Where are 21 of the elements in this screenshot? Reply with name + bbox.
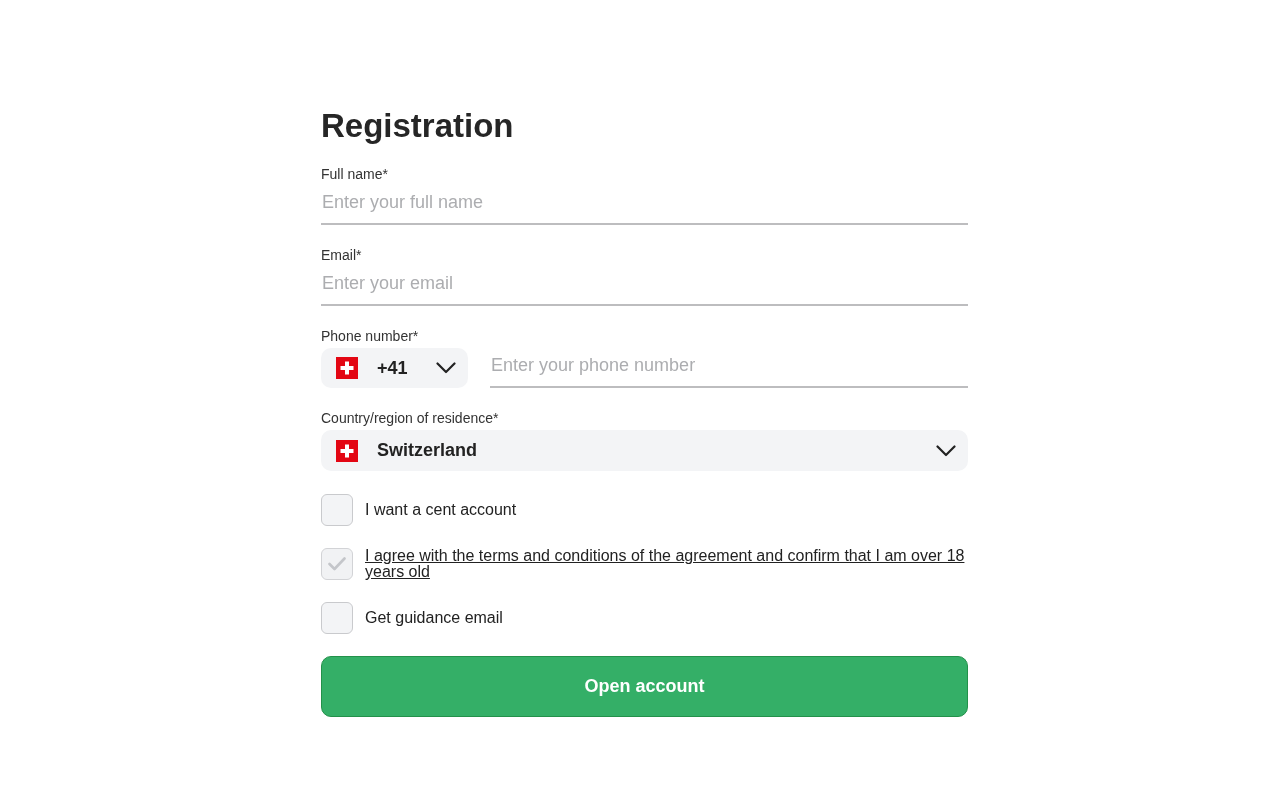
field-label: Phone number* [321, 328, 419, 344]
input-field[interactable]: Enter your full name [321, 186, 968, 225]
checkbox-label: Get guidance email [365, 610, 503, 626]
checkbox-label: I want a cent account [365, 502, 517, 518]
country-code-select[interactable]: +41 [321, 348, 468, 388]
checkbox[interactable] [321, 548, 353, 580]
chevron-down-icon [936, 444, 956, 457]
input-field[interactable]: Enter your email [321, 267, 968, 306]
check-icon [328, 557, 346, 571]
input-field[interactable]: Enter your phone number [490, 348, 968, 388]
swiss-flag-icon [336, 439, 358, 462]
field-label: Full name* [321, 166, 388, 182]
field-label: Email* [321, 247, 362, 263]
country-select[interactable]: Switzerland [321, 430, 968, 471]
checkbox[interactable] [321, 494, 353, 526]
terms-link[interactable]: I agree with the terms and conditions of the agreement and confirm that I am over 18 years old [365, 548, 965, 580]
field-label: Country/region of residence* [321, 410, 499, 426]
chevron-down-icon [436, 362, 456, 374]
page-title: Registration [321, 106, 514, 146]
swiss-flag-icon [336, 357, 358, 379]
checkbox[interactable] [321, 602, 353, 634]
